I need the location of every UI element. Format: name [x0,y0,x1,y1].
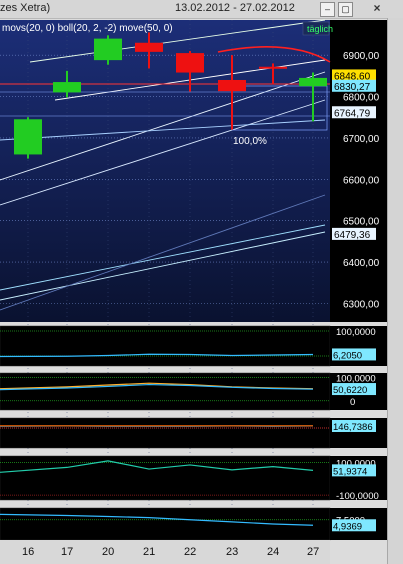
indicator-panel[interactable] [0,325,331,367]
fibonacci-annotation: 100,0% [233,136,267,147]
indicator-tick-label: 100,0000 [336,374,376,385]
price-tick-label: 6700,00 [343,134,380,145]
vertical-scrollbar[interactable] [387,18,403,564]
price-marker-label: 6830,27 [334,82,371,93]
price-tick-label: 6500,00 [343,217,380,228]
chart-window: zes Xetra) 13.02.2012 - 27.02.2012 – ▢ ×… [0,0,403,564]
candle-body[interactable] [14,119,42,155]
period-button-label: täglich [307,24,333,34]
price-tick-label: 6800,00 [343,93,380,104]
price-panel[interactable] [0,20,330,322]
price-tick-label: 6900,00 [343,51,380,62]
price-axis-background [330,20,387,322]
candle-body[interactable] [135,42,163,52]
indicator-tick-label: 100,0000 [336,327,376,338]
x-axis-day-label: 23 [226,546,238,558]
indicator-value-label: 50,6220 [333,385,367,396]
x-axis-day-label: 24 [267,546,279,558]
price-tick-label: 6300,00 [343,299,380,310]
price-tick-label: 6400,00 [343,258,380,269]
candle-body[interactable] [299,77,327,87]
indicator-value-label: 51,9374 [333,466,367,477]
candle-body[interactable] [259,66,287,69]
indicator-panel[interactable] [0,372,331,411]
indicator-legend: movs(20, 0) boll(20, 2, -2) move(50, 0) [2,23,173,34]
x-axis-day-label: 20 [102,546,114,558]
x-axis-day-label: 27 [307,546,319,558]
price-marker-label: 6764,79 [334,108,371,119]
indicator-panel[interactable] [0,417,331,449]
x-axis-day-label: 21 [143,546,155,558]
price-marker-label: 6479,36 [334,230,371,241]
indicator-value-label: 6,2050 [333,350,362,361]
indicator-value-label: 146,7386 [333,422,373,433]
x-axis-day-label: 22 [184,546,196,558]
x-axis-day-label: 17 [61,546,73,558]
candle-body[interactable] [53,82,81,93]
x-axis-background [0,540,330,564]
x-axis-day-label: 16 [22,546,34,558]
price-tick-label: 6600,00 [343,175,380,186]
candle-body[interactable] [176,53,204,73]
chart-area[interactable]: 6900,00 6800,00 6700,00 6600,00 6500,00 6400,… [0,0,387,564]
indicator-value-label: 4,9369 [333,521,362,532]
indicator-tick-label: 0 [350,397,355,408]
indicator-tick-label: -100,0000 [336,491,379,502]
candle-body[interactable] [218,79,246,92]
candle-body[interactable] [94,38,122,61]
